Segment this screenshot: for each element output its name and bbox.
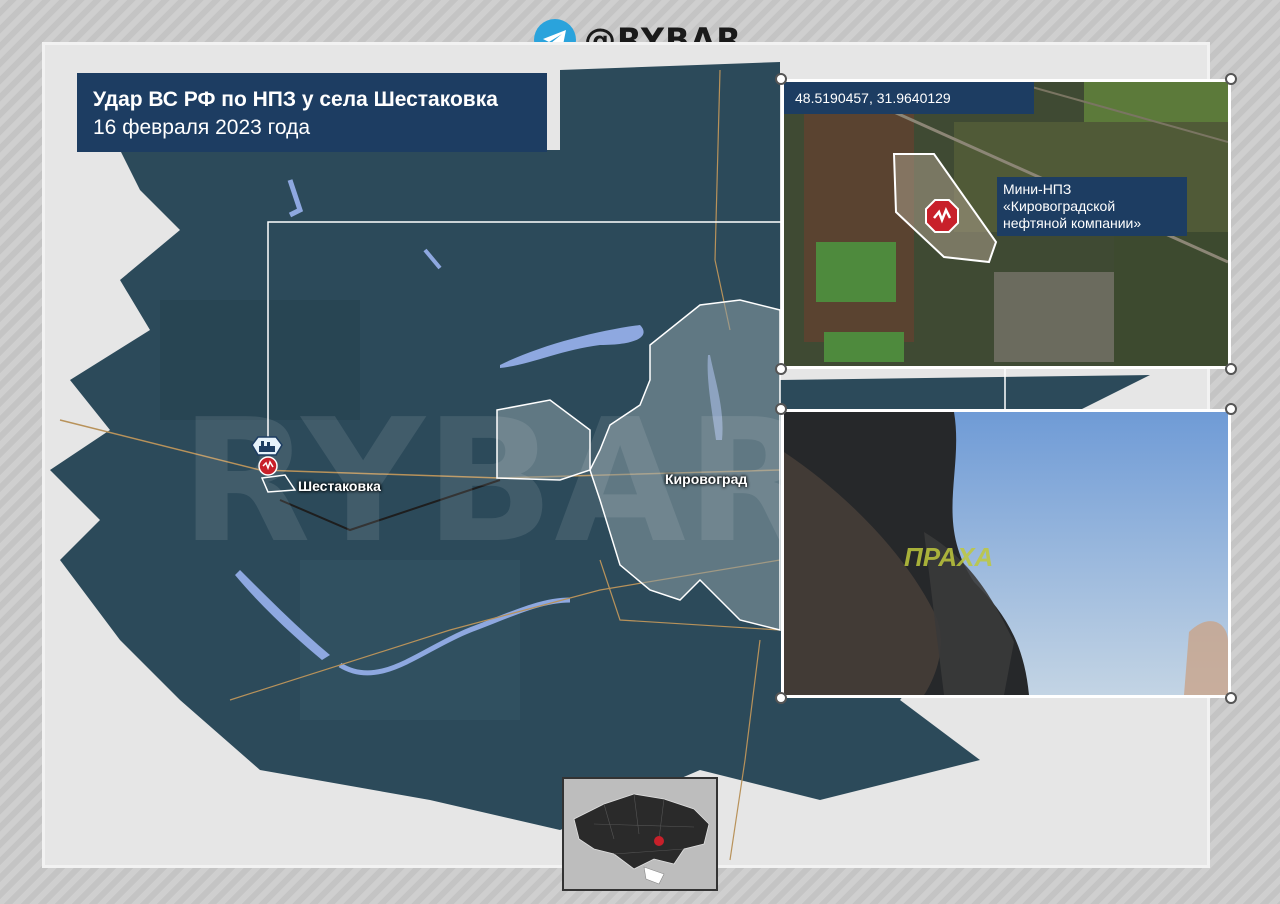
photo-watermark: ПРАХА [904, 542, 994, 572]
refinery-label-line: Мини-НПЗ [1003, 181, 1072, 197]
coordinates-label: 48.5190457, 31.9640129 [784, 82, 1034, 114]
smoke-photo-inset: ПРАХА [781, 409, 1231, 698]
refinery-label: Мини-НПЗ «Кировоградской нефтяной компан… [997, 177, 1187, 236]
factory-icon [251, 436, 283, 456]
village-label: Шестаковка [298, 478, 381, 494]
inset-handle [775, 403, 787, 415]
inset-handle [1225, 403, 1237, 415]
inset-handle [775, 692, 787, 704]
explosion-icon [925, 199, 959, 233]
locator-minimap [562, 777, 718, 891]
smoke-photo [784, 412, 1228, 695]
title-line-2: 16 февраля 2023 года [93, 116, 311, 139]
inset-handle [1225, 692, 1237, 704]
inset-handle [1225, 73, 1237, 85]
title-line-1: Удар ВС РФ по НПЗ у села Шестаковка [93, 88, 498, 111]
ukraine-outline [564, 779, 716, 889]
explosion-icon [258, 456, 278, 476]
satellite-inset: 48.5190457, 31.9640129 Мини-НПЗ «Кировог… [781, 79, 1231, 369]
map-title: Удар ВС РФ по НПЗ у села Шестаковка 16 ф… [77, 73, 547, 152]
strike-location-marker [654, 836, 664, 846]
refinery-label-line: «Кировоградской [1003, 198, 1116, 214]
city-label: Кировоград [665, 471, 748, 487]
inset-handle [775, 73, 787, 85]
refinery-label-line: нефтяной компании» [1003, 215, 1142, 231]
inset-handle [1225, 363, 1237, 375]
inset-handle [775, 363, 787, 375]
